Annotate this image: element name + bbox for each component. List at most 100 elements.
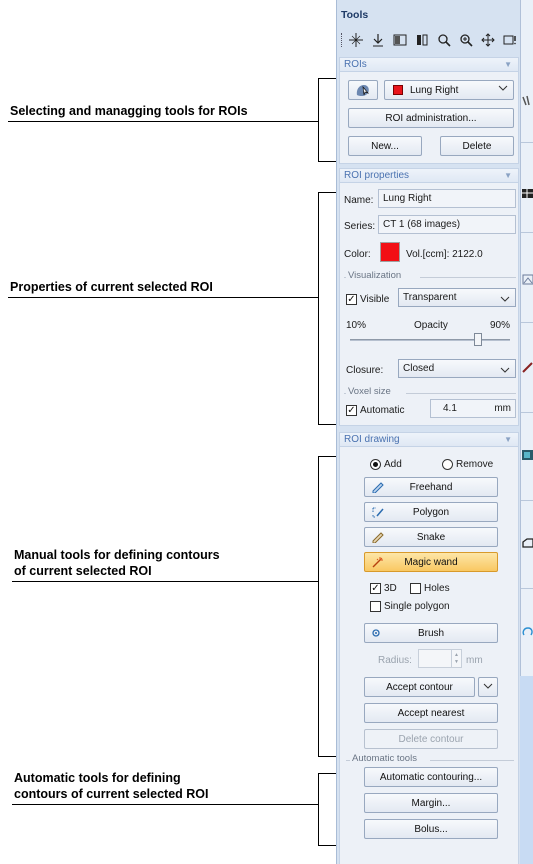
roi-properties-section: Name: Lung Right Series: CT 1 (68 images… xyxy=(339,183,519,426)
annotation-label: of current selected ROI xyxy=(14,564,152,578)
three-d-checkbox[interactable]: ✓ xyxy=(370,583,381,594)
annotation-bracket-top xyxy=(318,192,336,193)
annotation-bracket-bottom xyxy=(318,845,336,846)
holes-label: Holes xyxy=(424,583,450,594)
brush-label: Brush xyxy=(417,627,445,639)
annotation-leader xyxy=(12,804,318,805)
accept-contour-button[interactable]: Accept contour xyxy=(364,677,475,697)
toolbar xyxy=(339,28,523,52)
add-radio[interactable] xyxy=(370,459,381,470)
group-divider xyxy=(344,277,346,278)
annotation-bracket-top xyxy=(318,456,336,457)
margin-button[interactable]: Margin... xyxy=(364,793,498,813)
zoom-icon[interactable] xyxy=(435,31,453,49)
roi-dropdown[interactable]: Lung Right xyxy=(384,80,514,100)
color-label: Color: xyxy=(344,249,371,260)
freehand-icon xyxy=(371,481,385,494)
closure-dropdown[interactable]: Closed xyxy=(398,359,516,378)
visible-checkbox[interactable]: ✓ xyxy=(346,294,357,305)
holes-checkbox[interactable] xyxy=(410,583,421,594)
toolbar-grip[interactable] xyxy=(341,33,344,47)
annotation-bracket-bottom xyxy=(318,756,336,757)
panel-title: Tools xyxy=(341,9,369,21)
polygon-label: Polygon xyxy=(412,506,450,518)
chevron-down-icon xyxy=(483,682,493,693)
draw-icon[interactable] xyxy=(522,360,533,374)
annotation-bracket-bottom xyxy=(318,161,336,162)
voxel-size-group-label: Voxel size xyxy=(348,386,391,397)
grid-icon[interactable] xyxy=(522,186,533,200)
strip-divider xyxy=(521,322,533,323)
annotation-bracket xyxy=(318,78,319,162)
pan-icon[interactable] xyxy=(479,31,497,49)
chevron-down-icon xyxy=(500,292,510,309)
opacity-slider-thumb[interactable] xyxy=(474,333,482,346)
roi-color-swatch xyxy=(393,85,403,95)
rois-section-header[interactable]: ROIs ▼ xyxy=(339,57,519,72)
freehand-button[interactable]: Freehand xyxy=(364,477,498,497)
accept-contour-menu-button[interactable] xyxy=(478,677,498,697)
chevron-down-icon: ▼ xyxy=(504,171,512,180)
tool-strip-icon[interactable] xyxy=(522,94,533,108)
roi-color-picker[interactable] xyxy=(380,242,400,262)
remove-label: Remove xyxy=(456,459,494,470)
visible-label: Visible xyxy=(360,294,390,305)
strip-divider xyxy=(521,142,533,143)
closure-value: Closed xyxy=(403,363,435,374)
delete-contour-button[interactable]: Delete contour xyxy=(364,729,498,749)
magic-wand-icon xyxy=(371,556,385,568)
chevron-down-icon xyxy=(498,84,508,94)
radius-field[interactable]: ▲ ▼ xyxy=(418,649,462,668)
magic-wand-button[interactable]: Magic wand xyxy=(364,552,498,572)
selected-roi-label: Lung Right xyxy=(410,84,459,96)
roi-select-button[interactable] xyxy=(348,80,378,100)
annotation-label: Selecting and managging tools for ROIs xyxy=(10,104,248,118)
layout-icon[interactable] xyxy=(501,31,519,49)
new-roi-button[interactable]: New... xyxy=(348,136,422,156)
rois-section: Lung Right ROI administration... New... … xyxy=(339,72,519,164)
single-polygon-checkbox[interactable] xyxy=(370,601,381,612)
automatic-contouring-button[interactable]: Automatic contouring... xyxy=(364,767,498,787)
delete-roi-button[interactable]: Delete xyxy=(440,136,514,156)
section-title: ROIs xyxy=(344,59,367,70)
window-level-icon[interactable] xyxy=(391,31,409,49)
section-title: ROI properties xyxy=(344,170,410,181)
contour-icon[interactable] xyxy=(522,624,533,638)
opacity-slider-track[interactable] xyxy=(350,339,510,341)
roi-properties-section-header[interactable]: ROI properties ▼ xyxy=(339,168,519,183)
move-point-icon[interactable] xyxy=(369,31,387,49)
roi-administration-button[interactable]: ROI administration... xyxy=(348,108,514,128)
name-field[interactable]: Lung Right xyxy=(378,189,516,208)
bolus-button[interactable]: Bolus... xyxy=(364,819,498,839)
series-label: Series: xyxy=(344,221,376,232)
volume-icon[interactable] xyxy=(522,448,533,462)
group-divider xyxy=(346,760,350,761)
crosshair-icon[interactable] xyxy=(347,31,365,49)
accept-nearest-button[interactable]: Accept nearest xyxy=(364,703,498,723)
voxel-size-field[interactable]: 4.1 mm xyxy=(430,399,516,418)
opacity-label: Opacity xyxy=(414,320,448,331)
brush-button[interactable]: Brush xyxy=(364,623,498,643)
side-viewport-area xyxy=(520,676,533,864)
group-divider xyxy=(406,393,516,394)
group-divider xyxy=(430,760,514,761)
display-mode-dropdown[interactable]: Transparent xyxy=(398,288,516,307)
remove-radio[interactable] xyxy=(442,459,453,470)
split-view-icon[interactable] xyxy=(413,31,431,49)
automatic-voxel-checkbox[interactable]: ✓ xyxy=(346,405,357,416)
annotation-leader xyxy=(8,121,318,122)
roi-drawing-section-header[interactable]: ROI drawing ▼ xyxy=(339,432,519,447)
annotation-bracket-bottom xyxy=(318,424,336,425)
zoom-region-icon[interactable] xyxy=(457,31,475,49)
roi-pick-icon xyxy=(356,85,370,97)
group-divider xyxy=(420,277,516,278)
radius-unit: mm xyxy=(466,655,483,666)
polygon-button[interactable]: Polygon xyxy=(364,502,498,522)
snake-button[interactable]: Snake xyxy=(364,527,498,547)
image-icon[interactable] xyxy=(522,272,533,286)
strip-divider xyxy=(521,412,533,413)
radius-stepper[interactable]: ▲ ▼ xyxy=(451,650,461,667)
roi-drawing-section: Add Remove Freehand Polygon Snake Magic … xyxy=(339,447,519,864)
chevron-down-icon xyxy=(500,363,510,380)
box-icon[interactable] xyxy=(522,536,533,550)
